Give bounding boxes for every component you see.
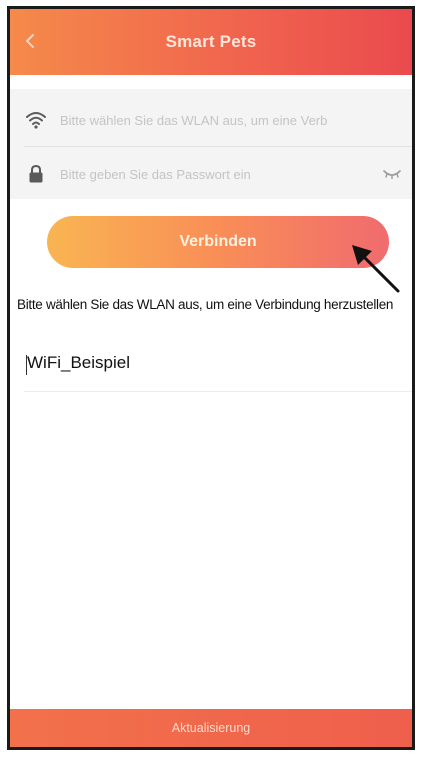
password-row[interactable] xyxy=(10,149,412,199)
chevron-left-icon xyxy=(26,34,34,48)
info-text: Bitte wählen Sie das WLAN aus, um eine V… xyxy=(17,297,394,312)
wifi-icon xyxy=(25,109,47,131)
refresh-button-label: Aktualisierung xyxy=(171,721,251,735)
app-header: Smart Pets xyxy=(10,9,412,75)
wifi-ssid: WiFi_Beispiel xyxy=(27,353,130,372)
page-title: Smart Pets xyxy=(165,32,257,51)
back-button[interactable] xyxy=(18,29,42,53)
password-input[interactable] xyxy=(60,159,376,189)
wifi-select-row[interactable] xyxy=(10,95,412,145)
list-divider xyxy=(24,391,412,392)
connect-button[interactable]: Verbinden xyxy=(47,216,389,268)
wifi-input[interactable] xyxy=(60,105,404,135)
eye-hidden-icon[interactable] xyxy=(382,166,402,182)
phone-frame: Smart Pets Bitte wählen Sie das WLAN aus… xyxy=(7,6,415,750)
form-divider xyxy=(24,146,412,147)
connect-button-label: Verbinden xyxy=(179,233,257,250)
wifi-form xyxy=(10,89,412,199)
refresh-button[interactable]: Aktualisierung xyxy=(10,709,412,747)
arrow-annotation xyxy=(352,245,400,293)
lock-icon xyxy=(25,163,47,185)
wifi-list-item[interactable]: WiFi_Beispiel xyxy=(10,341,412,392)
